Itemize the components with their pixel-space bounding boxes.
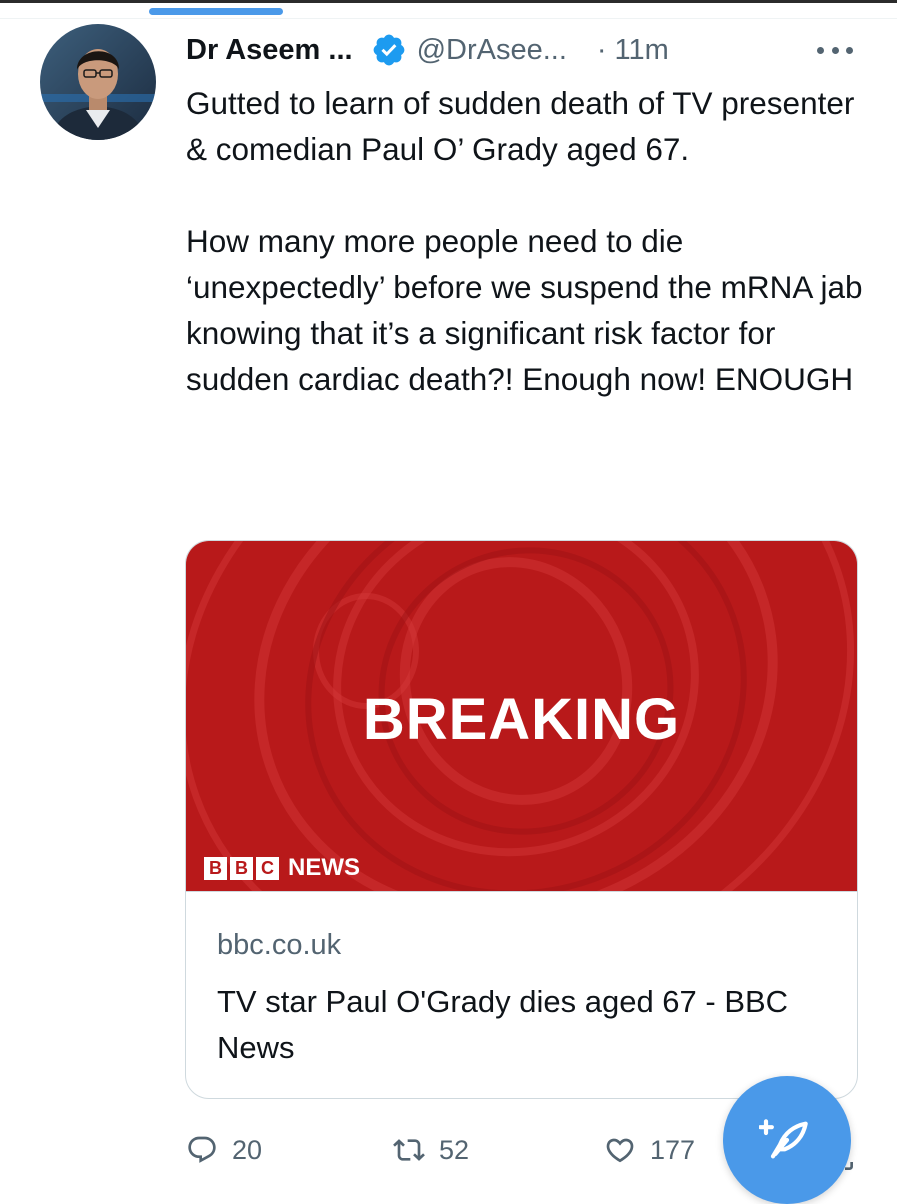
reply-count: 20 bbox=[232, 1134, 263, 1165]
like-button[interactable]: 177 bbox=[604, 1134, 695, 1166]
author-handle[interactable]: @DrAsee... bbox=[417, 34, 567, 67]
bbc-news-logo: B B C NEWS bbox=[204, 854, 360, 882]
avatar-image bbox=[40, 24, 156, 140]
like-count: 177 bbox=[650, 1134, 696, 1165]
tweet-paragraph: How many more people need to die ‘unexpe… bbox=[186, 223, 863, 397]
retweet-icon bbox=[393, 1139, 425, 1161]
tweet-text: Gutted to learn of sudden death of TV pr… bbox=[186, 80, 866, 402]
top-border bbox=[0, 0, 897, 3]
scroll-indicator bbox=[149, 8, 283, 15]
avatar[interactable] bbox=[40, 24, 156, 140]
card-domain: bbc.co.uk bbox=[217, 929, 342, 961]
bbc-logo-news: NEWS bbox=[288, 854, 360, 881]
divider bbox=[0, 18, 897, 19]
more-options-icon[interactable] bbox=[817, 44, 853, 56]
card-divider bbox=[186, 891, 857, 892]
bbc-logo-letter: B bbox=[204, 856, 227, 880]
link-preview-card[interactable]: BREAKING B B C NEWS bbc.co.uk TV star Pa… bbox=[185, 540, 858, 1099]
card-image: BREAKING B B C NEWS bbox=[186, 541, 857, 891]
author-name[interactable]: Dr Aseem ... bbox=[186, 34, 353, 67]
verified-badge-icon bbox=[371, 32, 407, 68]
compose-button[interactable] bbox=[723, 1076, 851, 1204]
reply-button[interactable]: 20 bbox=[186, 1134, 262, 1166]
breaking-headline: BREAKING bbox=[362, 687, 681, 752]
tweet-header: Dr Aseem ... @DrAsee... · 11m bbox=[186, 28, 669, 72]
reply-icon bbox=[188, 1136, 216, 1163]
heart-icon bbox=[606, 1138, 634, 1163]
meta-separator: · bbox=[596, 33, 607, 66]
card-title: TV star Paul O'Grady dies aged 67 - BBC … bbox=[217, 984, 789, 1065]
bbc-logo-letter: C bbox=[256, 856, 279, 880]
compose-feather-icon bbox=[759, 1119, 808, 1159]
retweet-button[interactable]: 52 bbox=[393, 1134, 469, 1166]
retweet-count: 52 bbox=[439, 1134, 470, 1165]
bbc-logo-letter: B bbox=[230, 856, 253, 880]
tweet-paragraph: Gutted to learn of sudden death of TV pr… bbox=[186, 85, 855, 167]
timestamp[interactable]: 11m bbox=[615, 34, 669, 67]
